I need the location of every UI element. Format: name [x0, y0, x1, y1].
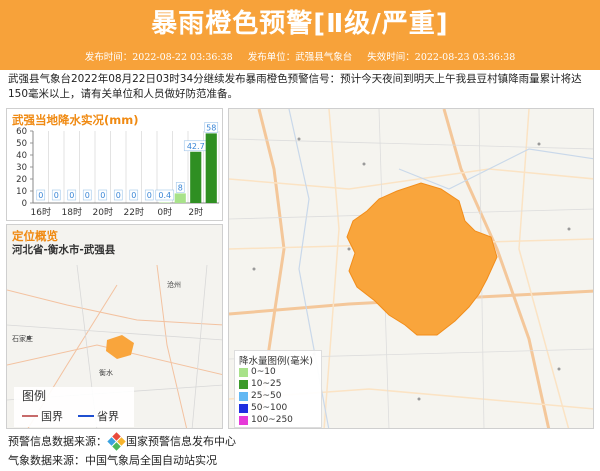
map-label: 石家庄: [12, 334, 33, 343]
precip-legend-label: 100~250: [251, 415, 293, 425]
y-tick-label: 40: [16, 151, 27, 161]
value-label: 0.4: [158, 191, 171, 200]
value-label: 58: [206, 123, 216, 132]
swatch-10-25: [239, 379, 248, 389]
map-label: 沧州: [167, 280, 181, 289]
warning-source-label: 预警信息数据来源：: [8, 435, 107, 448]
legend-label: 省界: [97, 410, 119, 423]
y-tick-label: 30: [16, 163, 27, 173]
value-label: 0: [38, 191, 43, 200]
value-label: 0: [100, 191, 105, 200]
rain-bar: [190, 151, 202, 203]
x-tick-label: 0时: [157, 206, 172, 218]
rain-bar: [174, 193, 186, 203]
province-border-swatch: [78, 415, 94, 417]
legend-title: 图例: [22, 389, 47, 403]
rainfall-panel: 0 10 20 30 40 50 60 0 0 0 0 0 0 0 0 0.4 8 42.7 58 16时 18时 20时…: [6, 108, 223, 221]
rainfall-panel-title: 武强当地降水实况(mm): [12, 113, 139, 127]
value-label: 0: [69, 191, 74, 200]
value-label: 0: [147, 191, 152, 200]
location-legend: 图例 国界 省界: [14, 387, 134, 427]
precip-legend-item: 0~10: [239, 367, 276, 377]
precip-legend-label: 10~25: [251, 379, 282, 389]
x-tick-label: 22时: [124, 206, 144, 218]
value-label: 0: [85, 191, 90, 200]
swatch-50-100: [239, 403, 248, 413]
value-label: 0: [54, 191, 59, 200]
legend-item-national-border: 国界: [22, 408, 63, 424]
alert-meta: 发布时间：2022-08-22 03:36:38 发布单位：武强县气象台 失效时…: [0, 50, 600, 66]
warning-center-logo-icon: [107, 431, 126, 451]
precip-legend-label: 50~100: [251, 403, 288, 413]
legend-label: 国界: [41, 410, 63, 423]
legend-item-province-border: 省界: [78, 408, 119, 424]
weather-source-line: 气象数据来源：中国气象局全国自动站实况: [8, 452, 217, 468]
value-label: 42.7: [187, 142, 205, 151]
swatch-100-250: [239, 415, 248, 425]
location-region: 河北省-衡水市-武强县: [12, 244, 116, 256]
alert-area-map[interactable]: 降水量图例(毫米) 0~10 10~25 25~50 50~100 100~25…: [228, 108, 594, 429]
alert-description: 武强县气象台2022年08月22日03时34分继续发布暴雨橙色预警信号：预计今天…: [8, 73, 582, 100]
weather-source-text: 气象数据来源：中国气象局全国自动站实况: [8, 454, 217, 467]
precip-legend-label: 25~50: [251, 391, 282, 401]
publish-time: 发布时间：2022-08-22 03:36:38: [84, 52, 233, 63]
precip-legend-item: 50~100: [239, 403, 287, 413]
alert-header: 暴雨橙色预警[Ⅱ级/严重] 发布时间：2022-08-22 03:36:38 发…: [0, 0, 600, 70]
x-tick-label: 20时: [93, 206, 113, 218]
y-tick-label: 50: [16, 139, 27, 149]
precip-legend-label: 0~10: [251, 367, 276, 377]
map-label: 衡水: [99, 368, 113, 377]
y-tick-label: 0: [22, 199, 27, 209]
x-tick-label: 2时: [188, 206, 203, 218]
swatch-0-10: [239, 367, 248, 377]
value-label: 8: [178, 183, 183, 192]
y-tick-label: 10: [16, 187, 27, 197]
warning-center-name: 国家预警信息发布中心: [126, 435, 236, 448]
x-tick-label: 18时: [62, 206, 82, 218]
publisher: 发布单位：武强县气象台: [247, 52, 353, 63]
swatch-25-50: [239, 391, 248, 401]
precip-legend-item: 100~250: [239, 415, 293, 425]
precipitation-legend: 降水量图例(毫米) 0~10 10~25 25~50 50~100 100~25…: [234, 350, 322, 428]
precipitation-legend-title: 降水量图例(毫米): [239, 356, 313, 367]
x-tick-label: 16时: [31, 206, 51, 218]
location-panel: 石家庄 衡水 沧州 定位概览 河北省-衡水市-武强县 图例 国界 省界: [6, 224, 223, 429]
rain-bar: [205, 133, 217, 203]
warning-source-line: 预警信息数据来源： 国家预警信息发布中心: [8, 431, 236, 451]
expire-time: 失效时间：2022-08-23 03:36:38: [367, 52, 516, 63]
y-tick-label: 20: [16, 175, 27, 185]
precip-legend-item: 25~50: [239, 391, 281, 401]
y-tick-label: 60: [16, 127, 27, 137]
alert-title: 暴雨橙色预警[Ⅱ级/严重]: [151, 9, 449, 39]
national-border-swatch: [22, 415, 38, 417]
value-label: 0: [116, 191, 121, 200]
precip-legend-item: 10~25: [239, 379, 281, 389]
value-label: 0: [131, 191, 136, 200]
